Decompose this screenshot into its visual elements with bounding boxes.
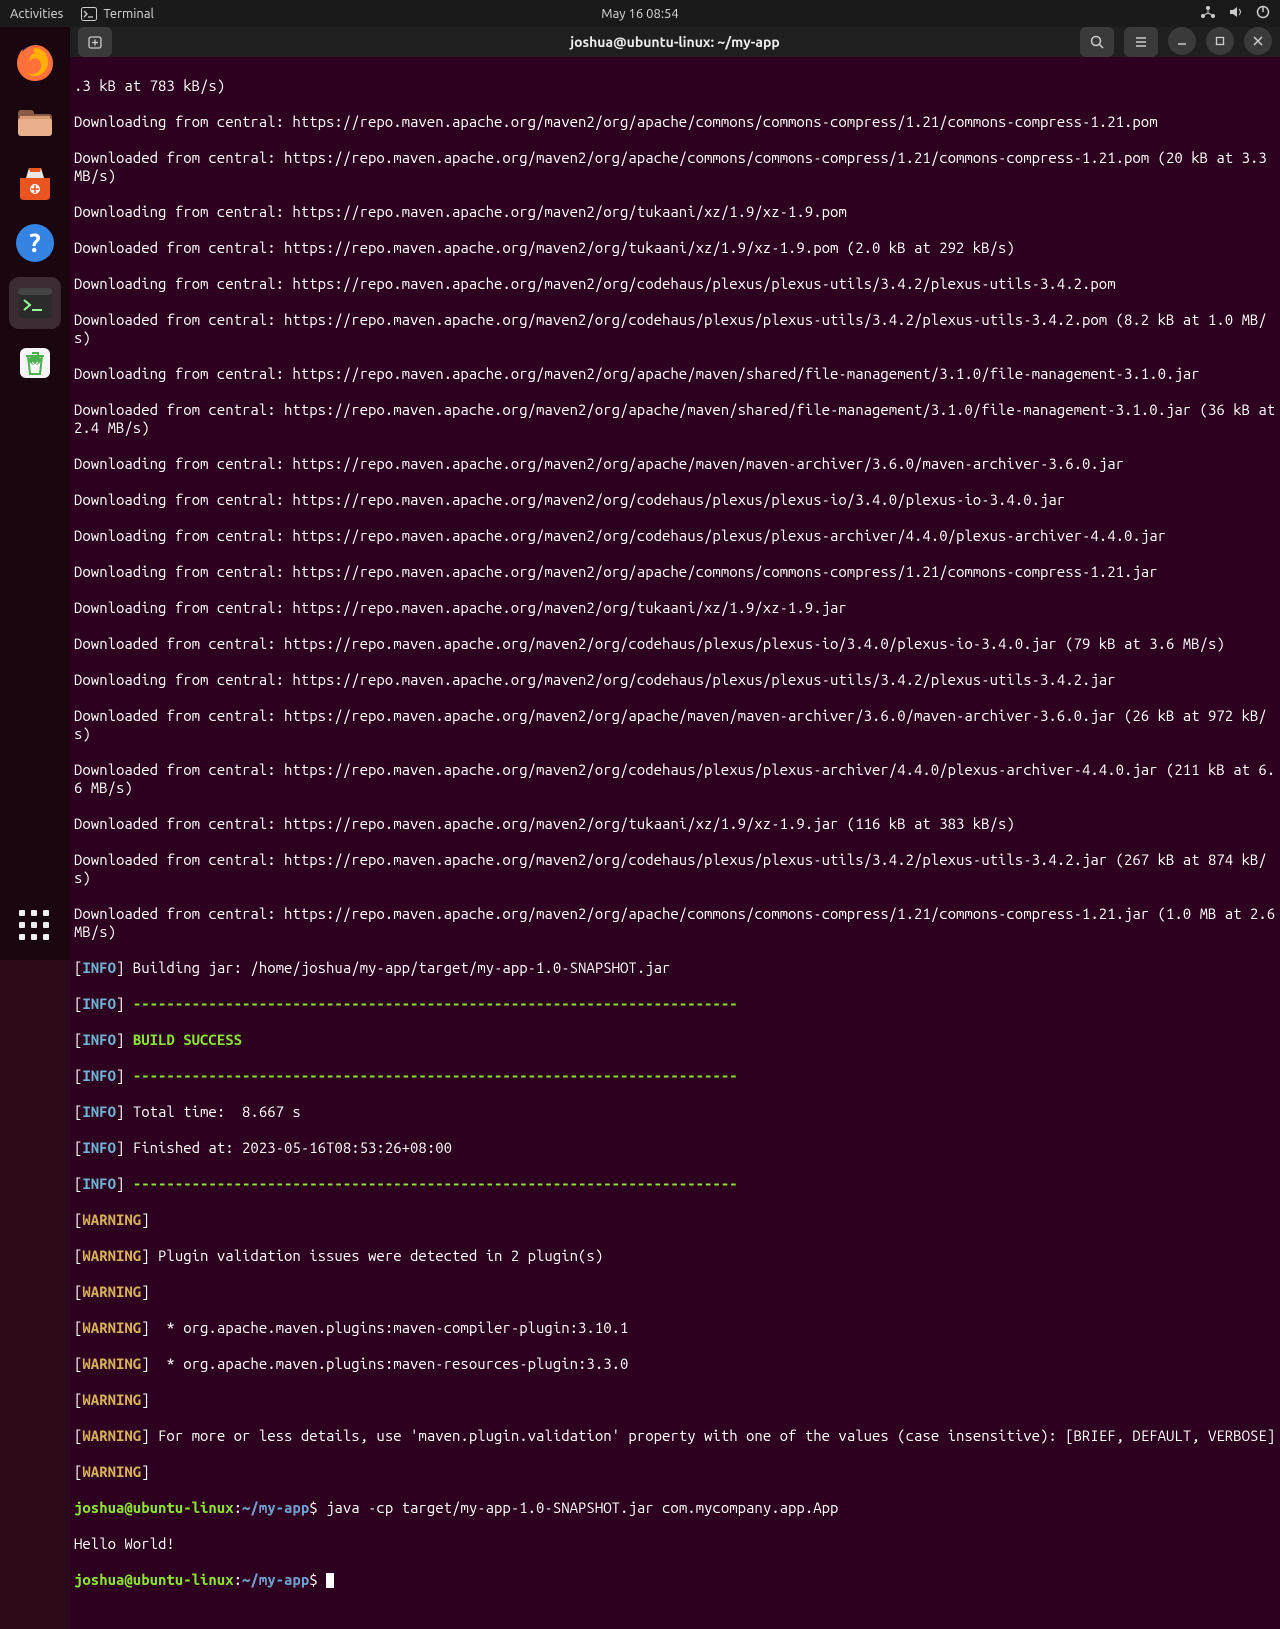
current-app-indicator[interactable]: Terminal (81, 7, 154, 21)
term-line: [INFO] ---------------------------------… (74, 1067, 1276, 1085)
term-line: Downloading from central: https://repo.m… (74, 563, 1276, 581)
dock-help[interactable]: ? (9, 217, 61, 269)
term-line: Downloading from central: https://repo.m… (74, 599, 1276, 617)
term-line: Hello World! (74, 1535, 1276, 1553)
term-line: Downloaded from central: https://repo.ma… (74, 635, 1276, 653)
term-line: Downloading from central: https://repo.m… (74, 527, 1276, 545)
terminal-small-icon (81, 7, 97, 21)
new-tab-icon (87, 34, 103, 50)
menu-button[interactable] (1124, 27, 1158, 57)
term-line: Downloaded from central: https://repo.ma… (74, 149, 1276, 185)
term-line: [WARNING] * org.apache.maven.plugins:mav… (74, 1319, 1276, 1337)
dock-terminal[interactable] (9, 277, 61, 329)
term-line: [INFO] ---------------------------------… (74, 1175, 1276, 1193)
term-line: [INFO] Building jar: /home/joshua/my-app… (74, 959, 1276, 977)
svg-text:?: ? (29, 228, 40, 257)
term-line: [INFO] ---------------------------------… (74, 995, 1276, 1013)
clock[interactable]: May 16 08:54 (601, 7, 678, 21)
term-line: [WARNING] * org.apache.maven.plugins:mav… (74, 1355, 1276, 1373)
cursor (326, 1573, 334, 1588)
window-titlebar: joshua@ubuntu-linux: ~/my-app (70, 27, 1280, 57)
term-line: Downloaded from central: https://repo.ma… (74, 761, 1276, 797)
term-line: Downloaded from central: https://repo.ma… (74, 851, 1276, 887)
term-line: Downloaded from central: https://repo.ma… (74, 707, 1276, 743)
current-app-label: Terminal (103, 7, 154, 21)
term-line: [INFO] Total time: 8.667 s (74, 1103, 1276, 1121)
terminal-output[interactable]: .3 kB at 783 kB/s) Downloading from cent… (70, 57, 1280, 1629)
maximize-icon (1214, 35, 1226, 47)
term-line: [INFO] Finished at: 2023-05-16T08:53:26+… (74, 1139, 1276, 1157)
window-title: joshua@ubuntu-linux: ~/my-app (570, 34, 780, 50)
ubuntu-dock: ? (0, 27, 70, 960)
dock-software[interactable] (9, 157, 61, 209)
prompt-line: joshua@ubuntu-linux:~/my-app$ (74, 1571, 1276, 1589)
term-line: [WARNING] (74, 1463, 1276, 1481)
minimize-icon (1176, 35, 1188, 47)
term-line: Downloaded from central: https://repo.ma… (74, 311, 1276, 347)
power-icon[interactable] (1256, 5, 1270, 22)
term-line: [WARNING] (74, 1211, 1276, 1229)
dock-files[interactable] (9, 97, 61, 149)
maximize-button[interactable] (1206, 27, 1234, 55)
terminal-window: joshua@ubuntu-linux: ~/my-app .3 kB at 7… (70, 27, 1280, 960)
volume-icon[interactable] (1228, 5, 1244, 22)
new-tab-button[interactable] (78, 27, 112, 57)
dock-firefox[interactable] (9, 37, 61, 89)
close-button[interactable] (1244, 27, 1272, 55)
close-icon (1252, 35, 1264, 47)
term-line: Downloading from central: https://repo.m… (74, 203, 1276, 221)
term-line: Downloading from central: https://repo.m… (74, 455, 1276, 473)
term-line: Downloading from central: https://repo.m… (74, 275, 1276, 293)
term-line: Downloading from central: https://repo.m… (74, 113, 1276, 131)
network-icon[interactable] (1200, 5, 1216, 22)
search-button[interactable] (1080, 27, 1114, 57)
term-line: [WARNING] For more or less details, use … (74, 1427, 1276, 1445)
term-line: Downloading from central: https://repo.m… (74, 491, 1276, 509)
term-line: [WARNING] (74, 1283, 1276, 1301)
term-line: [WARNING] Plugin validation issues were … (74, 1247, 1276, 1265)
term-line: [INFO] BUILD SUCCESS (74, 1031, 1276, 1049)
term-line: Downloaded from central: https://repo.ma… (74, 905, 1276, 941)
term-line: .3 kB at 783 kB/s) (74, 77, 1276, 95)
search-icon (1089, 34, 1105, 50)
term-line: Downloading from central: https://repo.m… (74, 671, 1276, 689)
gnome-top-panel: Activities Terminal May 16 08:54 (0, 0, 1280, 27)
term-line: [WARNING] (74, 1391, 1276, 1409)
term-line: Downloading from central: https://repo.m… (74, 365, 1276, 383)
hamburger-icon (1133, 34, 1149, 50)
term-line: Downloaded from central: https://repo.ma… (74, 815, 1276, 833)
term-line: Downloaded from central: https://repo.ma… (74, 401, 1276, 437)
activities-button[interactable]: Activities (10, 7, 63, 21)
show-applications-button[interactable] (19, 910, 51, 942)
prompt-line: joshua@ubuntu-linux:~/my-app$ java -cp t… (74, 1499, 1276, 1517)
term-line: Downloaded from central: https://repo.ma… (74, 239, 1276, 257)
minimize-button[interactable] (1168, 27, 1196, 55)
dock-trash[interactable] (9, 337, 61, 389)
